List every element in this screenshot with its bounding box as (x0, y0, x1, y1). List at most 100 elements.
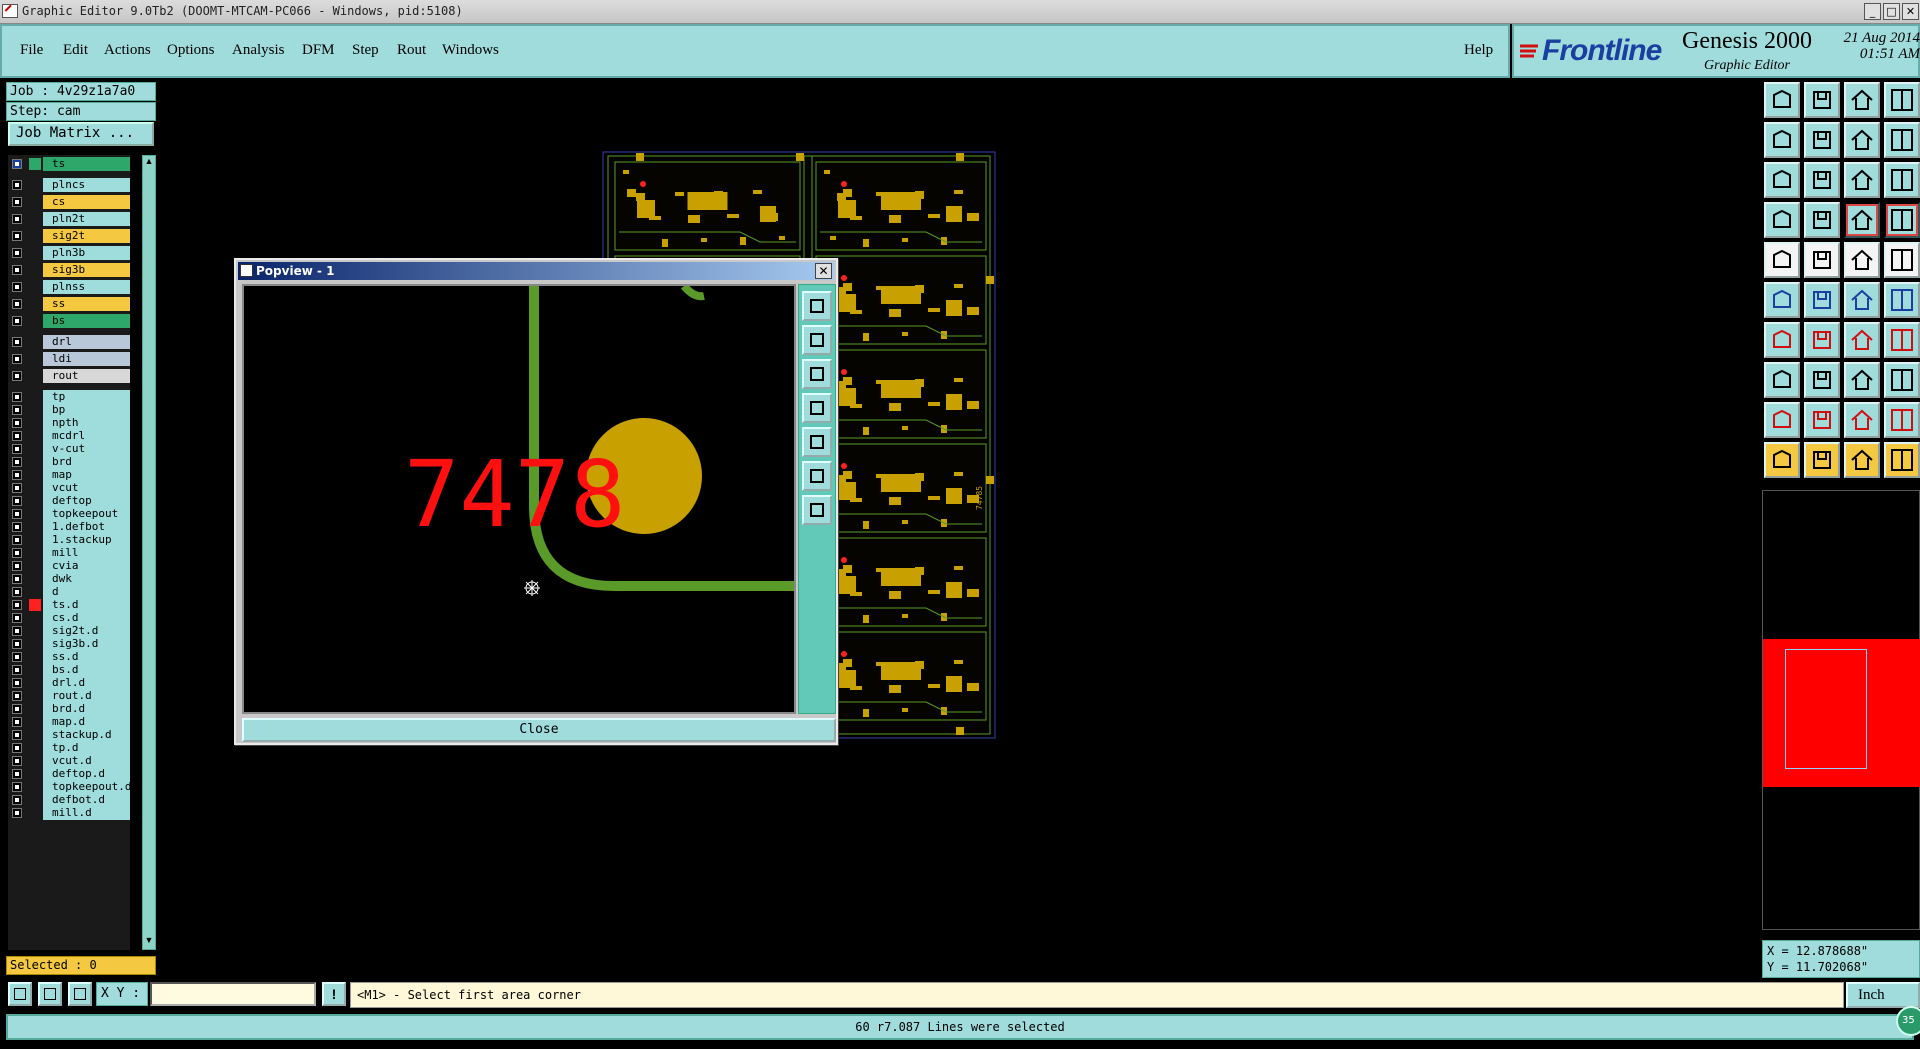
layer-name[interactable]: sig3b.d (43, 637, 130, 651)
feature-icon[interactable] (1764, 242, 1800, 278)
layer-row[interactable]: mill (8, 546, 130, 560)
layer-name[interactable]: defbot.d (43, 793, 130, 807)
menu-rout[interactable]: Rout (397, 42, 426, 59)
layer-name[interactable]: topkeepout (43, 507, 130, 521)
popview-zoom-fit-icon[interactable] (802, 291, 832, 321)
layer-checkbox[interactable] (12, 600, 22, 610)
layer-checkbox[interactable] (12, 214, 22, 224)
step-in-icon[interactable] (1764, 122, 1800, 158)
layer-checkbox[interactable] (12, 652, 22, 662)
zoom-box-icon[interactable] (1764, 162, 1800, 198)
split-icon[interactable] (1884, 82, 1920, 118)
layer-row[interactable]: cs (8, 195, 130, 209)
measure-vertical-icon[interactable] (1844, 202, 1880, 238)
layer-row[interactable]: v-cut (8, 442, 130, 456)
layer-name[interactable]: ldi (43, 352, 130, 366)
layer-name[interactable]: plncs (43, 178, 130, 192)
layer-checkbox[interactable] (12, 248, 22, 258)
line-icon[interactable] (1844, 242, 1880, 278)
pointer-icon[interactable] (1764, 442, 1800, 478)
save-icon[interactable] (1804, 82, 1840, 118)
job-matrix-button[interactable]: Job Matrix ... (8, 122, 154, 146)
maximize-button[interactable]: □ (1883, 3, 1900, 20)
layer-row[interactable]: vcut.d (8, 754, 130, 768)
layer-name[interactable]: tp.d (43, 741, 130, 755)
popview-pan-up-icon[interactable] (802, 325, 832, 355)
layer-checkbox[interactable] (12, 665, 22, 675)
layer-row[interactable]: deftop.d (8, 767, 130, 781)
layer-name[interactable]: ts (43, 157, 130, 171)
layer-name[interactable]: map (43, 468, 130, 482)
layer-name[interactable]: topkeepout.d (43, 780, 130, 794)
layer-name[interactable]: pln2t (43, 212, 130, 226)
ref-point-icon[interactable] (1764, 362, 1800, 398)
layer-row[interactable]: 1.stackup (8, 533, 130, 547)
filter-icon[interactable] (1884, 362, 1920, 398)
layer-checkbox[interactable] (12, 299, 22, 309)
layer-name[interactable]: sig2t.d (43, 624, 130, 638)
pan-icon[interactable] (1804, 162, 1840, 198)
net-icon[interactable] (1884, 202, 1920, 238)
layer-name[interactable]: rout.d (43, 689, 130, 703)
layer-checkbox[interactable] (12, 756, 22, 766)
layer-checkbox[interactable] (12, 354, 22, 364)
layer-row[interactable]: sig2t.d (8, 624, 130, 638)
pyramid-icon[interactable] (1804, 402, 1840, 438)
minimize-button[interactable]: _ (1864, 3, 1881, 20)
layer-checkbox[interactable] (12, 561, 22, 571)
layer-checkbox[interactable] (12, 405, 22, 415)
layer-checkbox[interactable] (12, 678, 22, 688)
open-icon[interactable] (1764, 82, 1800, 118)
layer-name[interactable]: drl (43, 335, 130, 349)
layer-checkbox[interactable] (12, 180, 22, 190)
layer-row[interactable]: ldi (8, 352, 130, 366)
layer-name[interactable]: ts.d (43, 598, 130, 612)
slope-icon[interactable] (1804, 322, 1840, 358)
xy-input[interactable] (150, 982, 316, 1006)
triangle-icon[interactable] (1764, 402, 1800, 438)
layer-checkbox[interactable] (12, 337, 22, 347)
layer-name[interactable]: deftop (43, 494, 130, 508)
layer-name[interactable]: vcut.d (43, 754, 130, 768)
layer-name[interactable]: bs (43, 314, 130, 328)
window-title-bar[interactable]: Graphic Editor 9.0Tb2 (DOOMT-MTCAM-PC066… (0, 0, 1920, 24)
layer-name[interactable]: mill (43, 546, 130, 560)
layer-checkbox[interactable] (12, 159, 22, 169)
menu-help[interactable]: Help (1464, 42, 1493, 59)
layer-row[interactable]: dwk (8, 572, 130, 586)
layer-name[interactable]: sig3b (43, 263, 130, 277)
layer-name[interactable]: 1.defbot (43, 520, 130, 534)
layer-checkbox[interactable] (12, 704, 22, 714)
layer-name[interactable]: vcut (43, 481, 130, 495)
layer-name[interactable]: cvia (43, 559, 130, 573)
route-icon[interactable] (1884, 282, 1920, 318)
angle-icon[interactable] (1764, 322, 1800, 358)
layer-checkbox[interactable] (12, 457, 22, 467)
layer-checkbox[interactable] (12, 743, 22, 753)
layer-row[interactable]: drl (8, 335, 130, 349)
layer-checkbox[interactable] (12, 470, 22, 480)
layer-row[interactable]: deftop (8, 494, 130, 508)
layer-name[interactable]: bs.d (43, 663, 130, 677)
pointer-circle-icon[interactable] (1844, 442, 1880, 478)
help-icon[interactable] (1884, 162, 1920, 198)
layer-row[interactable]: 1.defbot (8, 520, 130, 534)
step-out-icon[interactable] (1804, 122, 1840, 158)
layer-checkbox[interactable] (12, 535, 22, 545)
flip-icon[interactable] (1884, 322, 1920, 358)
layer-checkbox[interactable] (12, 795, 22, 805)
popview-close-button[interactable]: Close (242, 718, 836, 742)
layer-row[interactable]: topkeepout.d (8, 780, 130, 794)
layer-name[interactable]: tp (43, 390, 130, 404)
layer-name[interactable]: d (43, 585, 130, 599)
layer-row[interactable]: ts (8, 157, 130, 171)
layer-name[interactable]: mcdrl (43, 429, 130, 443)
layer-row[interactable]: plncs (8, 178, 130, 192)
popview-pan-right-icon[interactable] (802, 427, 832, 457)
popview-pan-left-icon[interactable] (802, 393, 832, 423)
layer-row[interactable]: rout (8, 369, 130, 383)
popview-zoom-view[interactable]: 7478 (242, 284, 796, 714)
menu-options[interactable]: Options (167, 42, 215, 59)
layer-row[interactable]: bs (8, 314, 130, 328)
scroll-up-icon[interactable]: ▲ (143, 156, 155, 170)
